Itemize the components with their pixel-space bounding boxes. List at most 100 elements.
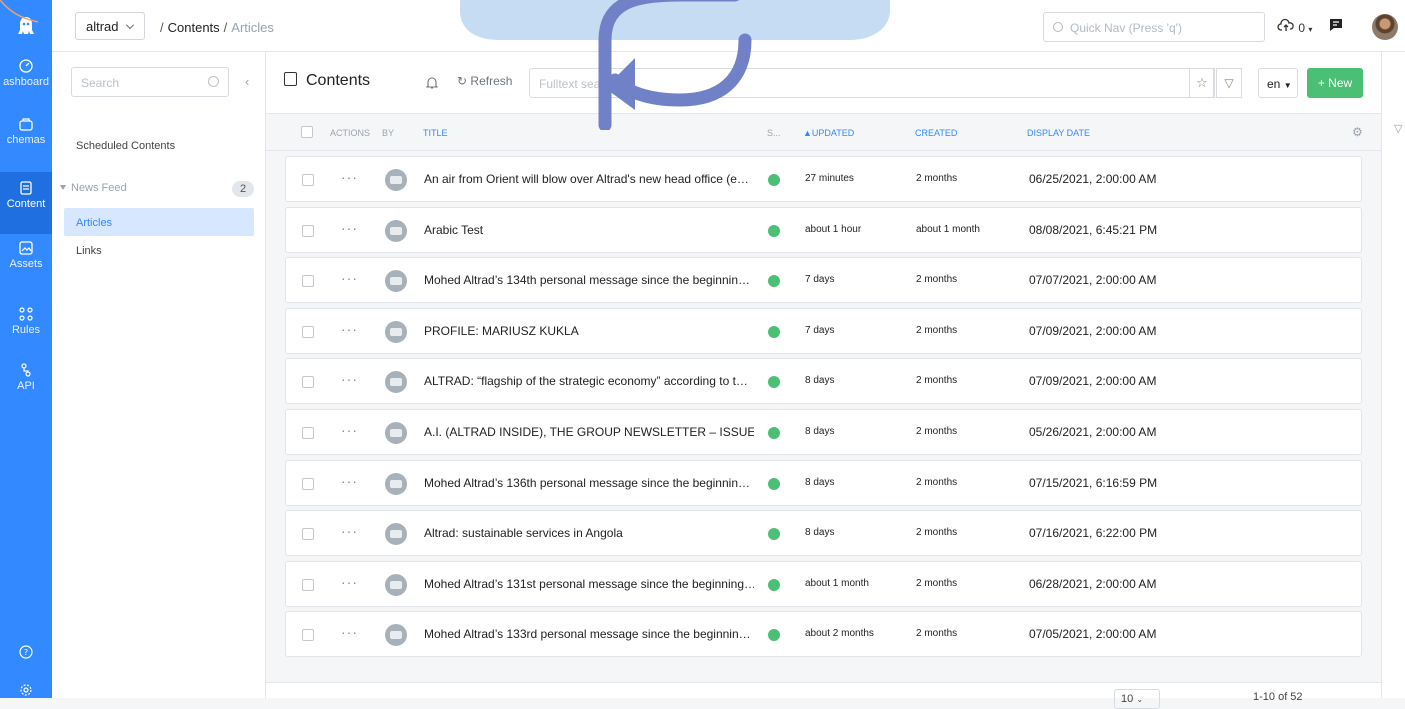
row-checkbox[interactable] (302, 477, 314, 490)
new-content-button[interactable]: + New (1307, 68, 1363, 98)
decorative-arc (0, 0, 39, 23)
more-actions-icon[interactable]: ··· (341, 371, 358, 387)
sidebar-folder-news-feed[interactable]: News Feed (60, 182, 127, 194)
app-selector[interactable]: altrad (75, 12, 145, 40)
collapse-sidebar-icon[interactable]: ‹ (245, 74, 249, 89)
row-created: 2 months (916, 426, 958, 437)
notifications-button[interactable] (1328, 17, 1344, 36)
star-icon: ☆ (1196, 75, 1208, 90)
status-published-dot (768, 325, 780, 338)
more-actions-icon[interactable]: ··· (341, 169, 358, 185)
search-icon (1053, 22, 1063, 32)
rail-item-rules[interactable]: Rules (0, 306, 52, 364)
status-published-dot (768, 376, 780, 389)
table-row[interactable]: ··· An air from Orient will blow over Alt… (285, 156, 1362, 202)
row-checkbox[interactable] (302, 528, 314, 541)
rail-item-content[interactable]: Content (0, 172, 52, 234)
row-checkbox[interactable] (302, 427, 314, 439)
breadcrumb-contents[interactable]: Contents (168, 20, 220, 35)
table-row[interactable]: ··· Mohed Altrad’s 133rd personal message… (285, 611, 1362, 658)
row-display-date: 07/07/2021, 2:00:00 AM (1029, 273, 1157, 288)
sidebar-item-articles[interactable]: Articles (76, 217, 112, 229)
language-dropdown[interactable]: en ▼ (1258, 68, 1298, 98)
table-row[interactable]: ··· Mohed Altrad’s 136th personal message… (285, 459, 1362, 506)
header-display-date[interactable]: DISPLAY DATE (1027, 128, 1090, 138)
header-created[interactable]: CREATED (915, 128, 957, 138)
upload-status-button[interactable]: 0 ▾ (1277, 18, 1312, 35)
caret-down-icon: ▼ (1283, 81, 1292, 90)
schemas-icon (19, 118, 33, 131)
rail-item-api[interactable]: API (0, 362, 52, 420)
filter-icon[interactable]: ▽ (1394, 122, 1402, 135)
row-display-date: 06/25/2021, 2:00:00 AM (1029, 172, 1157, 186)
user-avatar-icon (385, 169, 407, 191)
row-created: 2 months (916, 274, 958, 286)
quick-nav-input[interactable]: Quick Nav (Press 'q') (1043, 12, 1265, 42)
table-row[interactable]: ··· Altrad: sustainable services in Angol… (285, 510, 1362, 557)
row-created: 2 months (916, 173, 958, 184)
row-checkbox[interactable] (302, 629, 314, 642)
row-checkbox[interactable] (302, 275, 314, 288)
pagination-footer: 10 ⌄ 1-10 of 52 (266, 682, 1381, 709)
fulltext-search-input[interactable]: Fulltext search (529, 68, 1214, 98)
row-display-date: 07/09/2021, 2:00:00 AM (1029, 323, 1157, 338)
row-checkbox[interactable] (302, 376, 314, 389)
page-title: Contents (284, 72, 370, 90)
bell-icon[interactable] (425, 76, 439, 92)
row-checkbox[interactable] (302, 578, 314, 591)
header-status[interactable]: S... (767, 128, 781, 138)
user-avatar-icon (385, 320, 407, 343)
table-row[interactable]: ··· PROFILE: MARIUSZ KUKLA 7 days 2 months 0… (285, 307, 1362, 354)
quick-nav-placeholder: Quick Nav (Press 'q') (1070, 21, 1182, 35)
more-actions-icon[interactable]: ··· (341, 473, 358, 489)
schema-sidebar: Search ‹ Scheduled Contents News Feed 2 … (52, 52, 266, 698)
row-checkbox[interactable] (302, 325, 314, 338)
svg-text:?: ? (24, 648, 28, 657)
row-title: Arabic Test (424, 222, 484, 237)
sidebar-item-scheduled[interactable]: Scheduled Contents (76, 140, 175, 152)
top-header: altrad / Contents / Articles Quick Nav (Pre… (52, 0, 1405, 52)
table-row[interactable]: ··· Mohed Altrad’s 134th personal message… (285, 257, 1362, 304)
row-updated: 8 days (805, 527, 835, 539)
row-created: 2 months (916, 628, 958, 640)
cloud-upload-icon (1277, 18, 1294, 31)
row-title: An air from Orient will blow over Altrad… (424, 172, 749, 186)
sidebar-item-links[interactable]: Links (76, 245, 102, 257)
page-size-select[interactable]: 10 ⌄ (1114, 689, 1160, 709)
row-title: A.I. (ALTRAD INSIDE), THE GROUP NEWSLETT… (424, 425, 754, 439)
more-actions-icon[interactable]: ··· (341, 321, 358, 337)
table-row[interactable]: ··· Mohed Altrad’s 131st personal message… (285, 560, 1362, 607)
table-row[interactable]: ··· Arabic Test about 1 hour about 1 month 0… (285, 206, 1362, 253)
contents-toolbar: Contents ↻ Refresh Fulltext search ☆ ▽ e… (266, 52, 1381, 114)
help-icon[interactable]: ? (0, 645, 52, 664)
user-avatar-icon (385, 270, 407, 293)
more-actions-icon[interactable]: ··· (341, 422, 358, 438)
gear-icon[interactable]: ⚙ (1352, 125, 1363, 139)
row-created: 2 months (916, 527, 958, 539)
row-title: Altrad: sustainable services in Angola (424, 526, 623, 541)
sidebar-search-input[interactable]: Search (71, 67, 229, 97)
row-checkbox[interactable] (302, 174, 314, 186)
select-all-checkbox[interactable] (301, 126, 313, 138)
settings-icon[interactable] (0, 683, 52, 702)
rail-item-schemas[interactable]: chemas (0, 116, 52, 174)
more-actions-icon[interactable]: ··· (341, 574, 358, 590)
rail-label: Rules (11, 324, 41, 336)
avatar[interactable] (1372, 14, 1398, 40)
more-actions-icon[interactable]: ··· (341, 270, 358, 286)
saved-queries-button[interactable]: ☆ (1189, 68, 1215, 98)
table-row[interactable]: ··· ALTRAD: “flagship of the strategic ec… (285, 358, 1362, 405)
filter-button[interactable]: ▽ (1216, 68, 1242, 98)
more-actions-icon[interactable]: ··· (341, 220, 358, 236)
table-row[interactable]: ··· A.I. (ALTRAD INSIDE), THE GROUP NEWSL… (285, 409, 1362, 455)
more-actions-icon[interactable]: ··· (341, 624, 358, 640)
row-checkbox[interactable] (302, 224, 314, 237)
more-actions-icon[interactable]: ··· (341, 523, 358, 539)
header-updated[interactable]: ▲UPDATED (803, 128, 854, 138)
status-published-dot (768, 174, 780, 186)
header-title[interactable]: TITLE (423, 128, 448, 138)
row-created: 2 months (916, 577, 958, 589)
rail-item-dashboard[interactable]: ashboard (0, 58, 52, 116)
refresh-button[interactable]: ↻ Refresh (457, 74, 512, 88)
rail-item-assets[interactable]: Assets (0, 240, 52, 298)
